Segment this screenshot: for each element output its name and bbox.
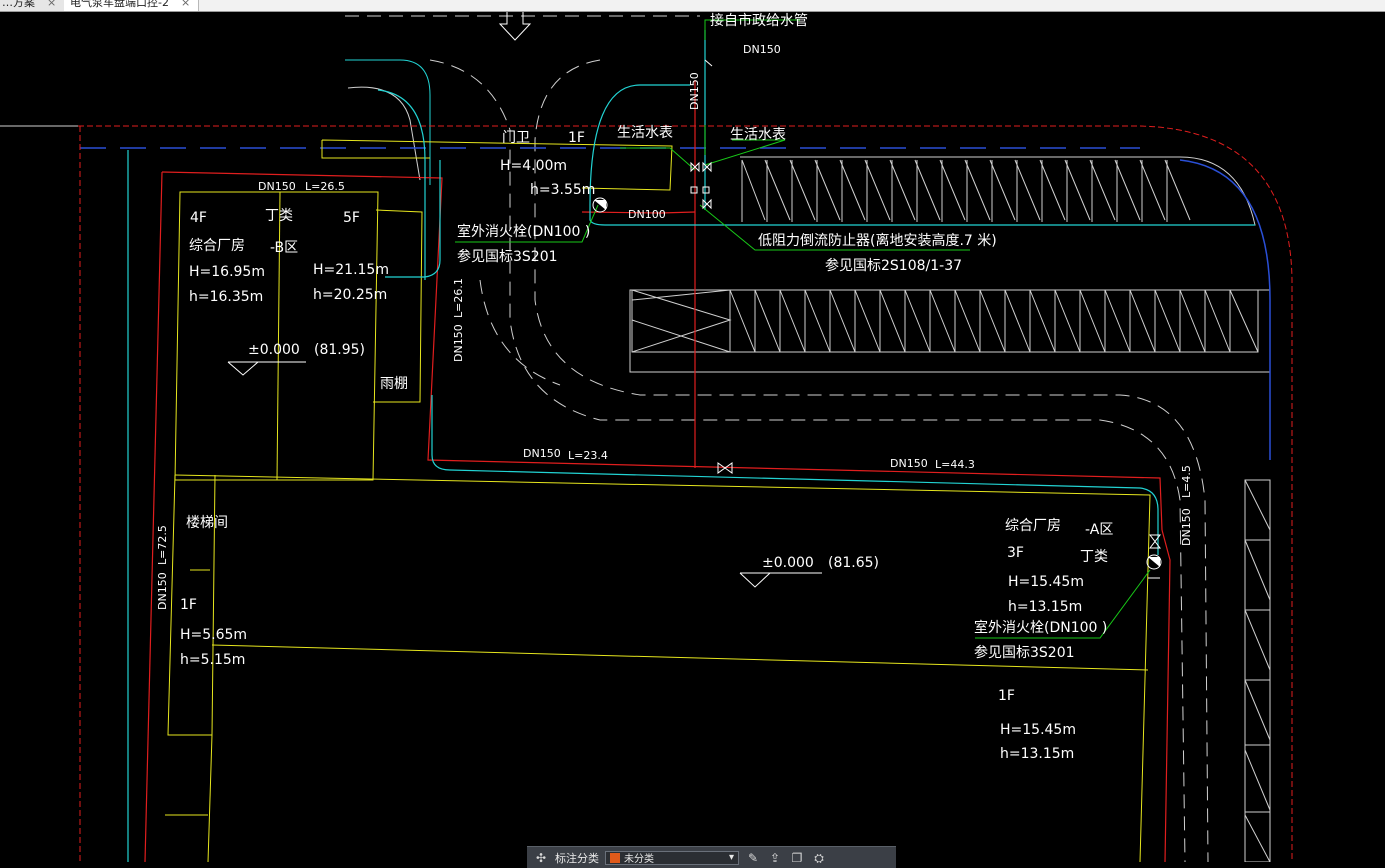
pipe-length-label: L=4.5 xyxy=(1180,465,1193,498)
elevation-value-label: (81.95) xyxy=(314,342,365,358)
pipe-size-label: DN150 xyxy=(688,72,701,110)
export-icon[interactable]: ⇪ xyxy=(767,851,783,865)
height-label: H=5.65m xyxy=(180,627,247,643)
pipe-size-label: DN150 xyxy=(1180,508,1193,546)
hydrant-ref-label: 参见国标3S201 xyxy=(974,644,1075,661)
tab-label: …方案 xyxy=(2,0,35,9)
pipe-length-label: L=26.5 xyxy=(305,180,345,193)
fire-hydrant-1[interactable] xyxy=(592,197,608,213)
floor-label: 4F xyxy=(190,210,207,226)
floor-label: 5F xyxy=(343,210,360,226)
copy-icon[interactable]: ❐ xyxy=(789,851,805,865)
floor-label: 3F xyxy=(1007,545,1024,561)
elevation-value-label: (81.65) xyxy=(828,555,879,571)
domestic-water-pipe xyxy=(127,30,1255,862)
tab-label: 电气泵车盘端口控-2 xyxy=(70,0,169,9)
pipe-size-label: DN100 xyxy=(628,208,666,221)
annotation-category-label: 标注分类 xyxy=(555,851,599,865)
floor-label: 1F xyxy=(998,688,1015,704)
guard-room-label: 门卫 xyxy=(502,130,530,146)
height-label: h=3.55m xyxy=(530,182,595,198)
height-label: h=5.15m xyxy=(180,652,245,668)
close-icon[interactable]: × xyxy=(47,0,56,9)
pipe-length-label: L=72.5 xyxy=(156,525,169,565)
tab-drawing[interactable]: 电气泵车盘端口控-2 × xyxy=(64,0,200,11)
annotation-icon[interactable]: ✣ xyxy=(533,851,549,865)
height-label: h=20.25m xyxy=(313,287,387,303)
municipal-pipe-label: 接自市政给水管 xyxy=(710,12,808,29)
settings-icon[interactable]: ⛭ xyxy=(811,851,827,865)
chevron-down-icon: ▾ xyxy=(728,852,734,863)
pipe-size-label: DN150 xyxy=(523,447,561,460)
hydrant-label: 室外消火栓(DN100 ) xyxy=(974,619,1107,636)
backflow-preventer-label: 低阻力倒流防止器(离地安装高度.7 米) xyxy=(758,232,997,249)
stair-label: 楼梯间 xyxy=(186,515,228,531)
annotation-toolbar: ✣ 标注分类 未分类 ▾ ✎ ⇪ ❐ ⛭ xyxy=(527,846,896,868)
building-name-label: 综合厂房 xyxy=(1005,518,1061,534)
pipe-size-label: DN150 xyxy=(743,43,781,56)
category-color-swatch xyxy=(610,852,620,863)
class-label: 丁类 xyxy=(265,208,293,224)
fire-water-pipe xyxy=(144,80,1171,862)
backflow-ref-label: 参见国标2S108/1-37 xyxy=(825,257,962,274)
selected-category: 未分类 xyxy=(624,854,654,865)
road-edges xyxy=(0,59,1271,862)
edit-icon[interactable]: ✎ xyxy=(745,851,761,865)
north-arrow-icon xyxy=(498,11,532,41)
floor-label: 1F xyxy=(568,130,585,146)
zone-label: -B区 xyxy=(270,240,298,256)
height-label: h=13.15m xyxy=(1000,746,1074,762)
zone-label: -A区 xyxy=(1085,522,1113,538)
water-meter-label: 生活水表 xyxy=(617,125,673,141)
pipe-length-label: L=26.1 xyxy=(452,278,465,318)
pipe-size-label: DN150 xyxy=(258,180,296,193)
pipe-size-label: DN150 xyxy=(452,324,465,362)
hydrant-label: 室外消火栓(DN100 ) xyxy=(457,223,590,240)
height-label: H=15.45m xyxy=(1000,722,1076,738)
building-name-label: 综合厂房 xyxy=(189,238,245,254)
class-label: 丁类 xyxy=(1080,549,1108,565)
canopy-label: 雨棚 xyxy=(380,376,408,392)
pipe-length-label: L=23.4 xyxy=(568,449,608,462)
floor-label: 1F xyxy=(180,597,197,613)
pipe-length-label: L=44.3 xyxy=(935,458,975,471)
height-label: H=16.95m xyxy=(189,264,265,280)
close-icon[interactable]: × xyxy=(181,0,190,9)
cad-drawing-canvas[interactable]: 接自市政给水管 DN150 DN150 门卫 1F H=4.00m h=3.55… xyxy=(0,11,1385,862)
water-meter-label: 生活水表 xyxy=(730,127,786,143)
elevation-label: ±0.000 xyxy=(762,555,814,571)
height-label: H=21.15m xyxy=(313,262,389,278)
annotation-category-select[interactable]: 未分类 ▾ xyxy=(605,850,739,865)
elevation-marker-icon xyxy=(227,361,822,588)
height-label: H=4.00m xyxy=(500,158,567,174)
pipe-size-label: DN150 xyxy=(156,572,169,610)
height-label: H=15.45m xyxy=(1008,574,1084,590)
tab-plan[interactable]: …方案 × xyxy=(0,0,66,11)
height-label: h=13.15m xyxy=(1008,599,1082,615)
height-label: h=16.35m xyxy=(189,289,263,305)
elevation-label: ±0.000 xyxy=(248,342,300,358)
pipe-size-label: DN150 xyxy=(890,457,928,470)
document-tab-bar: …方案 × 电气泵车盘端口控-2 × xyxy=(0,0,1385,12)
hydrant-ref-label: 参见国标3S201 xyxy=(457,248,558,265)
